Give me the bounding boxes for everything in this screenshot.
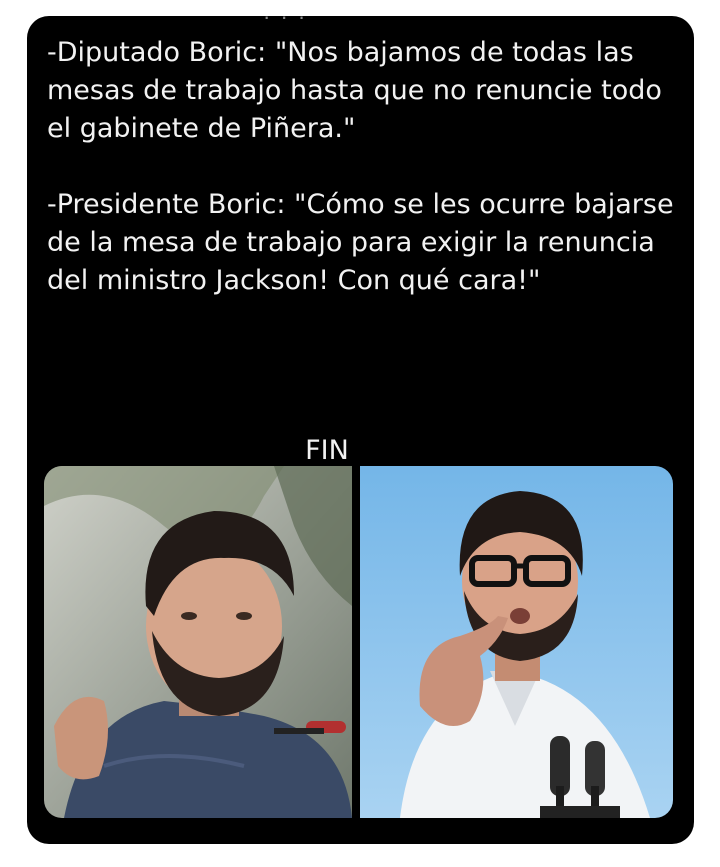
post-paragraph-presidente: -Presidente Boric: "Cómo se les ocurre b…: [47, 189, 674, 296]
left-photo-illustration: [44, 466, 352, 818]
post-paragraph-diputado: -Diputado Boric: "Nos bajamos de todas l…: [47, 37, 662, 144]
media-image-left[interactable]: [44, 466, 352, 818]
post-closing: FIN: [305, 435, 349, 466]
media-image-right[interactable]: [360, 466, 673, 818]
post-card: · · · -Diputado Boric: "Nos bajamos de t…: [27, 16, 694, 844]
post-body: -Diputado Boric: "Nos bajamos de todas l…: [47, 34, 677, 300]
right-photo-illustration: [360, 466, 673, 818]
media-grid[interactable]: [44, 466, 673, 818]
cropped-header-text: · · ·: [263, 16, 308, 29]
